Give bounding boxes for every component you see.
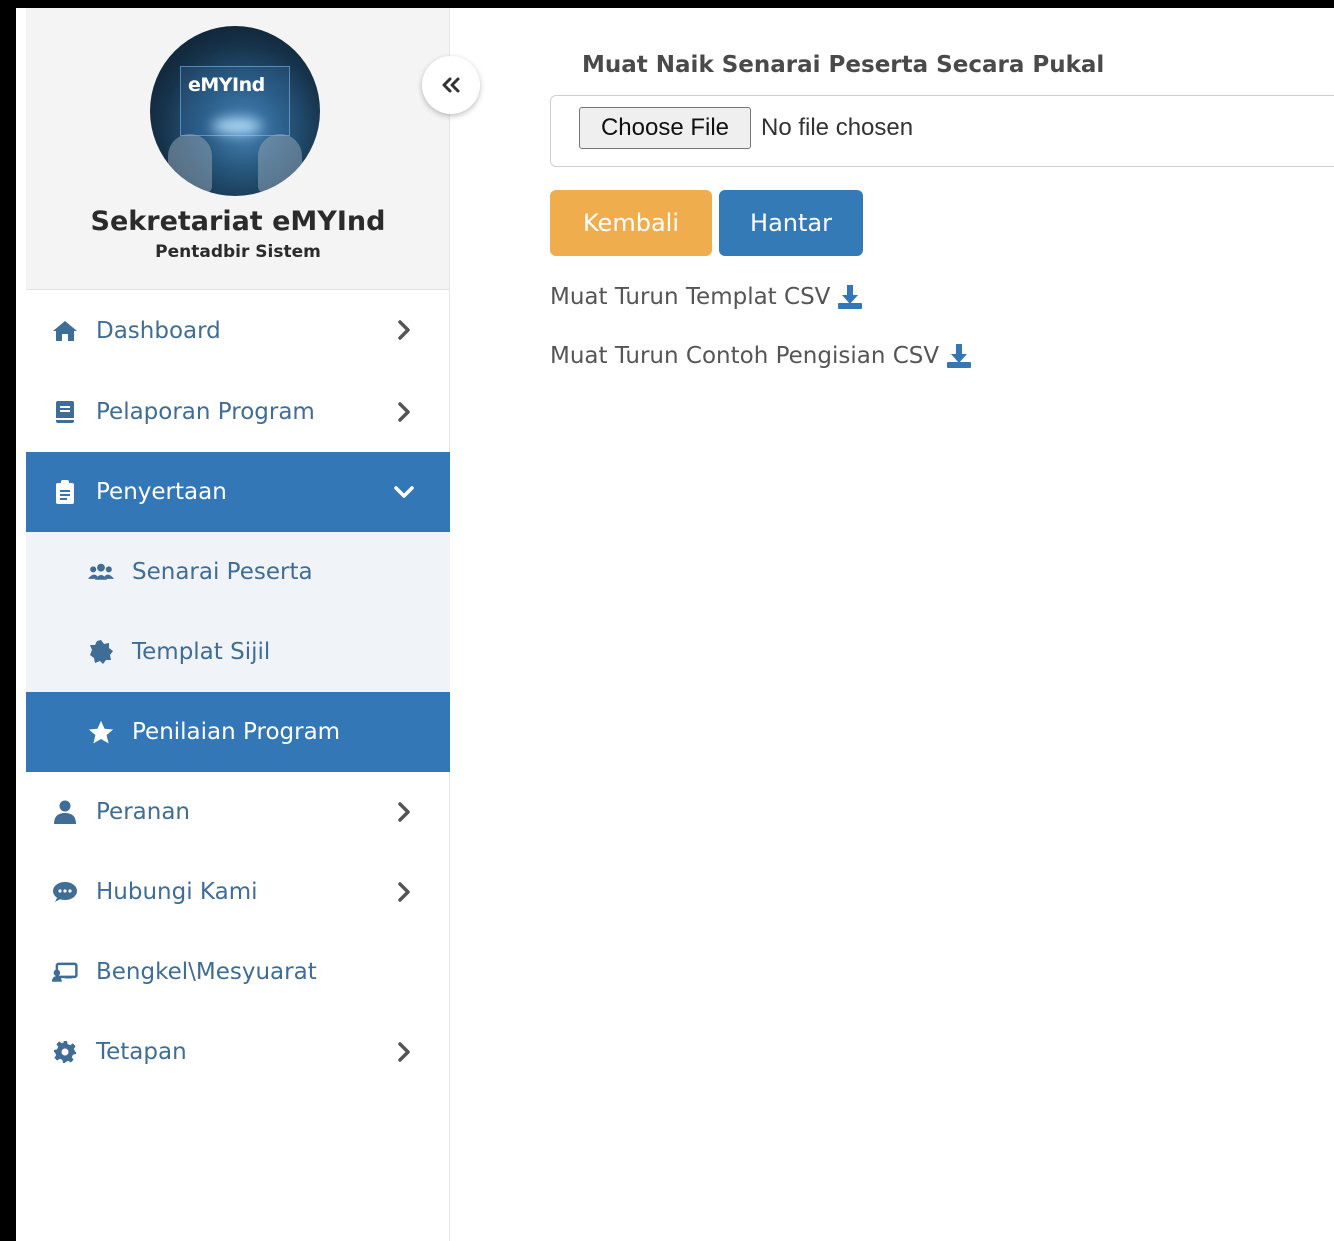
chevron-down-icon [394,486,414,498]
presentation-icon [52,959,78,985]
app-frame: eMYInd Sekretariat eMYInd Pentadbir Sist… [16,8,1334,1241]
sidebar-item-tetapan[interactable]: Tetapan [26,1012,450,1092]
chevron-right-icon [398,402,410,422]
avatar-logo-text: eMYInd [188,74,265,96]
choose-file-button[interactable]: Choose File [579,107,751,149]
main-content: Muat Naik Senarai Peserta Secara Pukal C… [450,8,1334,1241]
user-icon [52,799,78,825]
home-icon [52,318,78,344]
file-input-field[interactable]: Choose File No file chosen [550,95,1334,167]
download-icon [947,344,972,368]
sidebar-subitem-senarai-peserta[interactable]: Senarai Peserta [26,532,450,612]
sidebar-item-label: Penyertaan [96,479,227,505]
chevron-right-icon [398,1042,410,1062]
users-icon [88,559,114,585]
sidebar-item-penyertaan[interactable]: Penyertaan [26,452,450,532]
download-icon [838,285,863,309]
download-example-link[interactable]: Muat Turun Contoh Pengisian CSV [550,342,973,370]
file-status-text: No file chosen [761,114,914,141]
gear-icon [52,1039,78,1065]
sidebar-item-label: Bengkel\Mesyuarat [96,959,317,985]
sidebar-nav: Dashboard Pelaporan Program Penyertaan S… [26,290,450,1092]
chevron-right-icon [398,882,410,902]
clipboard-icon [52,479,78,505]
star-icon [88,719,114,745]
sidebar-item-label: Penilaian Program [132,719,341,745]
sidebar-item-label: Pelaporan Program [96,399,315,425]
profile-role: Pentadbir Sistem [155,242,321,262]
profile-name: Sekretariat eMYInd [90,206,386,237]
sidebar-item-hubungi-kami[interactable]: Hubungi Kami [26,852,450,932]
certificate-icon [88,639,114,665]
download-example-label: Muat Turun Contoh Pengisian CSV [550,343,940,369]
sidebar-subitem-templat-sijil[interactable]: Templat Sijil [26,612,450,692]
download-template-link[interactable]: Muat Turun Templat CSV [550,283,864,311]
avatar-glow-graphic [212,118,262,134]
sidebar-item-label: Peranan [96,799,190,825]
profile-panel: eMYInd Sekretariat eMYInd Pentadbir Sist… [26,8,449,290]
avatar: eMYInd [150,26,320,196]
sidebar: eMYInd Sekretariat eMYInd Pentadbir Sist… [26,8,450,1241]
sidebar-item-pelaporan-program[interactable]: Pelaporan Program [26,372,450,452]
chat-icon [52,879,78,905]
sidebar-item-label: Hubungi Kami [96,879,258,905]
sidebar-item-bengkel-mesyuarat[interactable]: Bengkel\Mesyuarat [26,932,450,1012]
avatar-hand-graphic [168,134,212,194]
avatar-hand-graphic [258,134,302,194]
sidebar-item-label: Dashboard [96,318,221,344]
sidebar-item-dashboard[interactable]: Dashboard [26,290,450,372]
sidebar-item-label: Senarai Peserta [132,559,313,585]
sidebar-subitem-penilaian-program[interactable]: Penilaian Program [26,692,450,772]
download-template-label: Muat Turun Templat CSV [550,284,831,310]
back-button[interactable]: Kembali [550,190,712,256]
sidebar-item-label: Tetapan [96,1039,187,1065]
book-icon [52,399,78,425]
sidebar-item-label: Templat Sijil [132,639,271,665]
sidebar-item-peranan[interactable]: Peranan [26,772,450,852]
submit-button[interactable]: Hantar [719,190,863,256]
upload-title: Muat Naik Senarai Peserta Secara Pukal [582,52,1105,78]
chevron-right-icon [398,802,410,822]
chevron-right-icon [398,320,410,340]
